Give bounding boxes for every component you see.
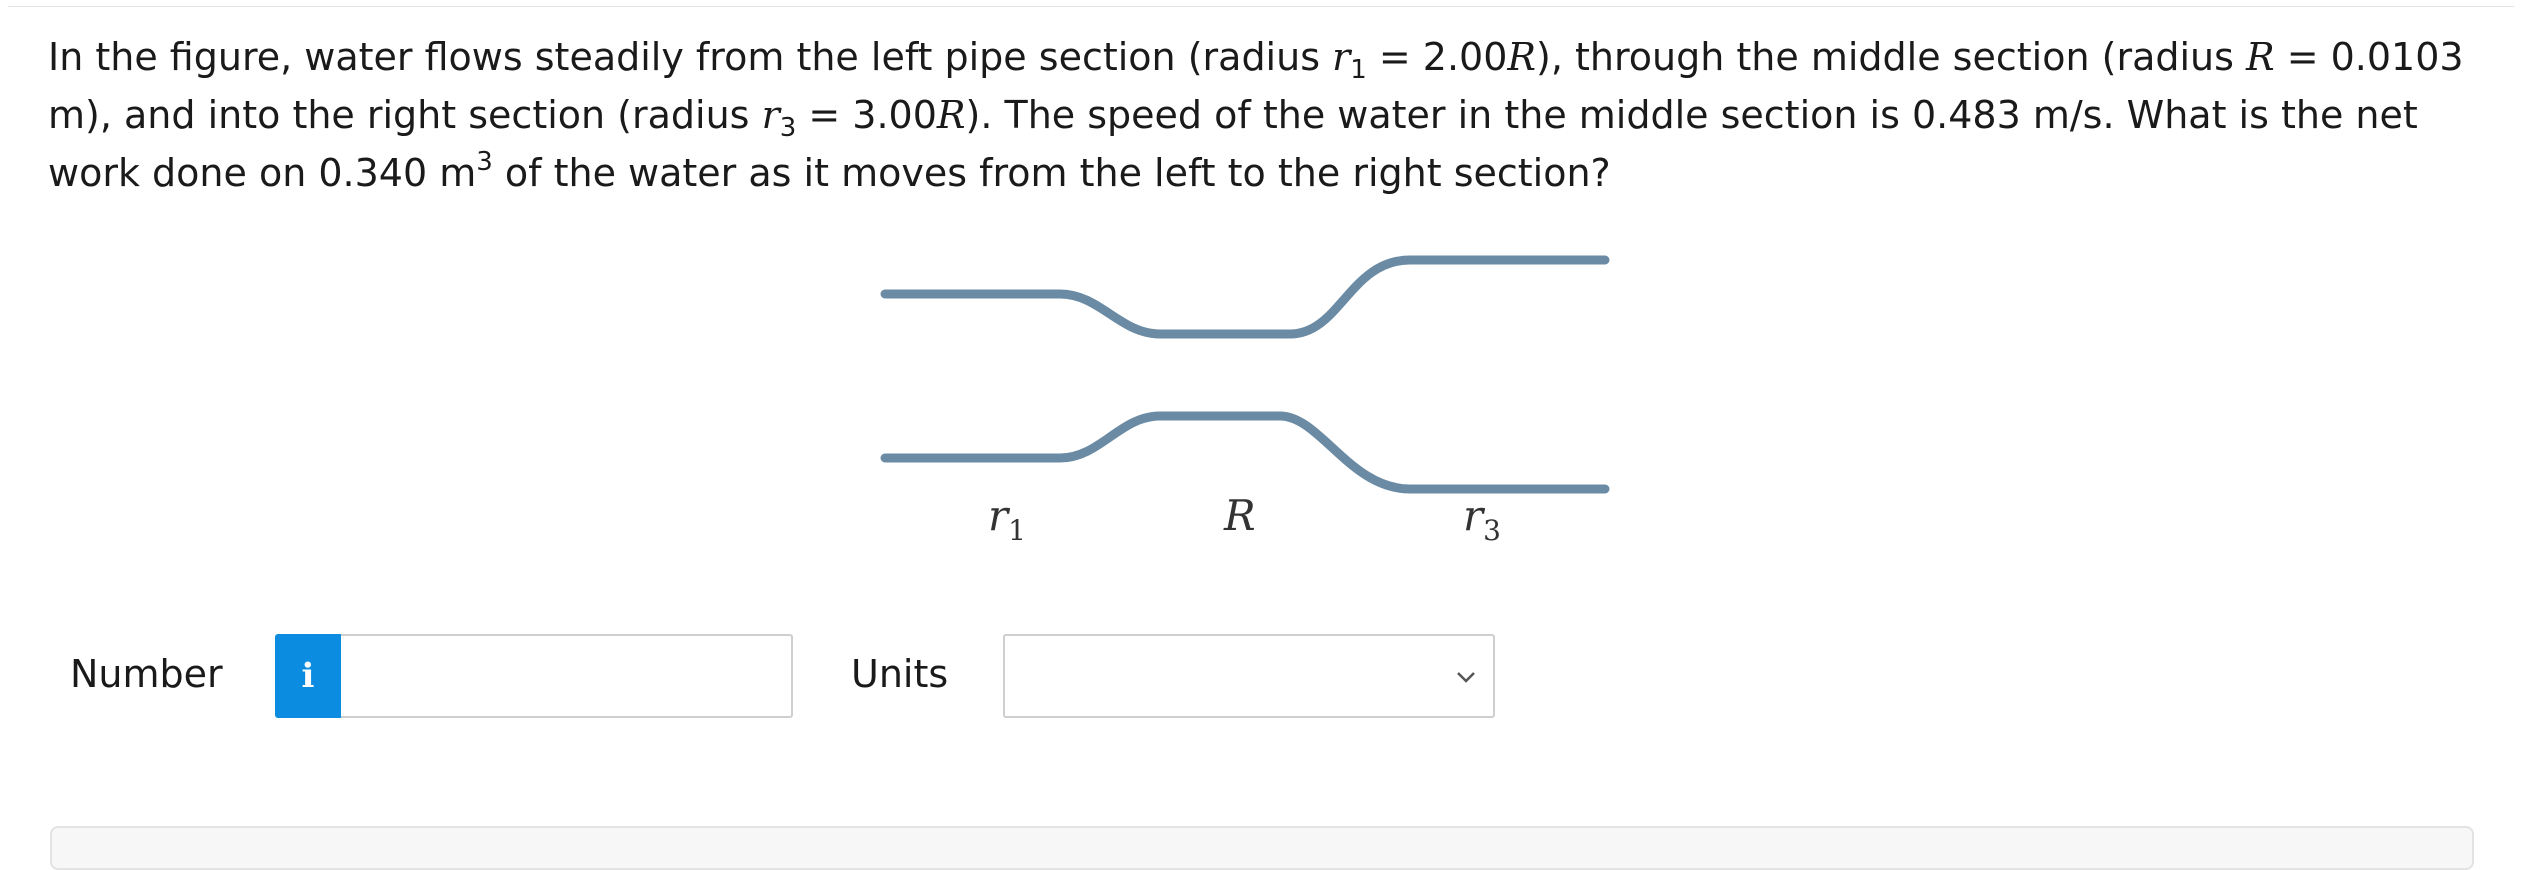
units-label: Units (851, 652, 949, 696)
number-input[interactable] (341, 634, 793, 718)
label-R: R (1224, 491, 1256, 540)
chevron-down-icon (1457, 672, 1475, 683)
pipe-upper-wall (880, 255, 1610, 339)
pipe-lower-wall (880, 411, 1610, 494)
label-r3: r3 (1463, 491, 1501, 547)
bottom-panel (50, 826, 2474, 870)
label-r1: r1 (988, 491, 1026, 547)
question-text: In the figure, water flows steadily from… (48, 35, 2464, 195)
answer-row: Number i Units (0, 630, 2522, 720)
info-icon[interactable]: i (275, 634, 341, 718)
number-label: Number (70, 652, 223, 696)
units-select[interactable] (1003, 634, 1495, 718)
pipe-figure: r1 R r3 (870, 236, 1630, 566)
top-divider (8, 6, 2514, 7)
